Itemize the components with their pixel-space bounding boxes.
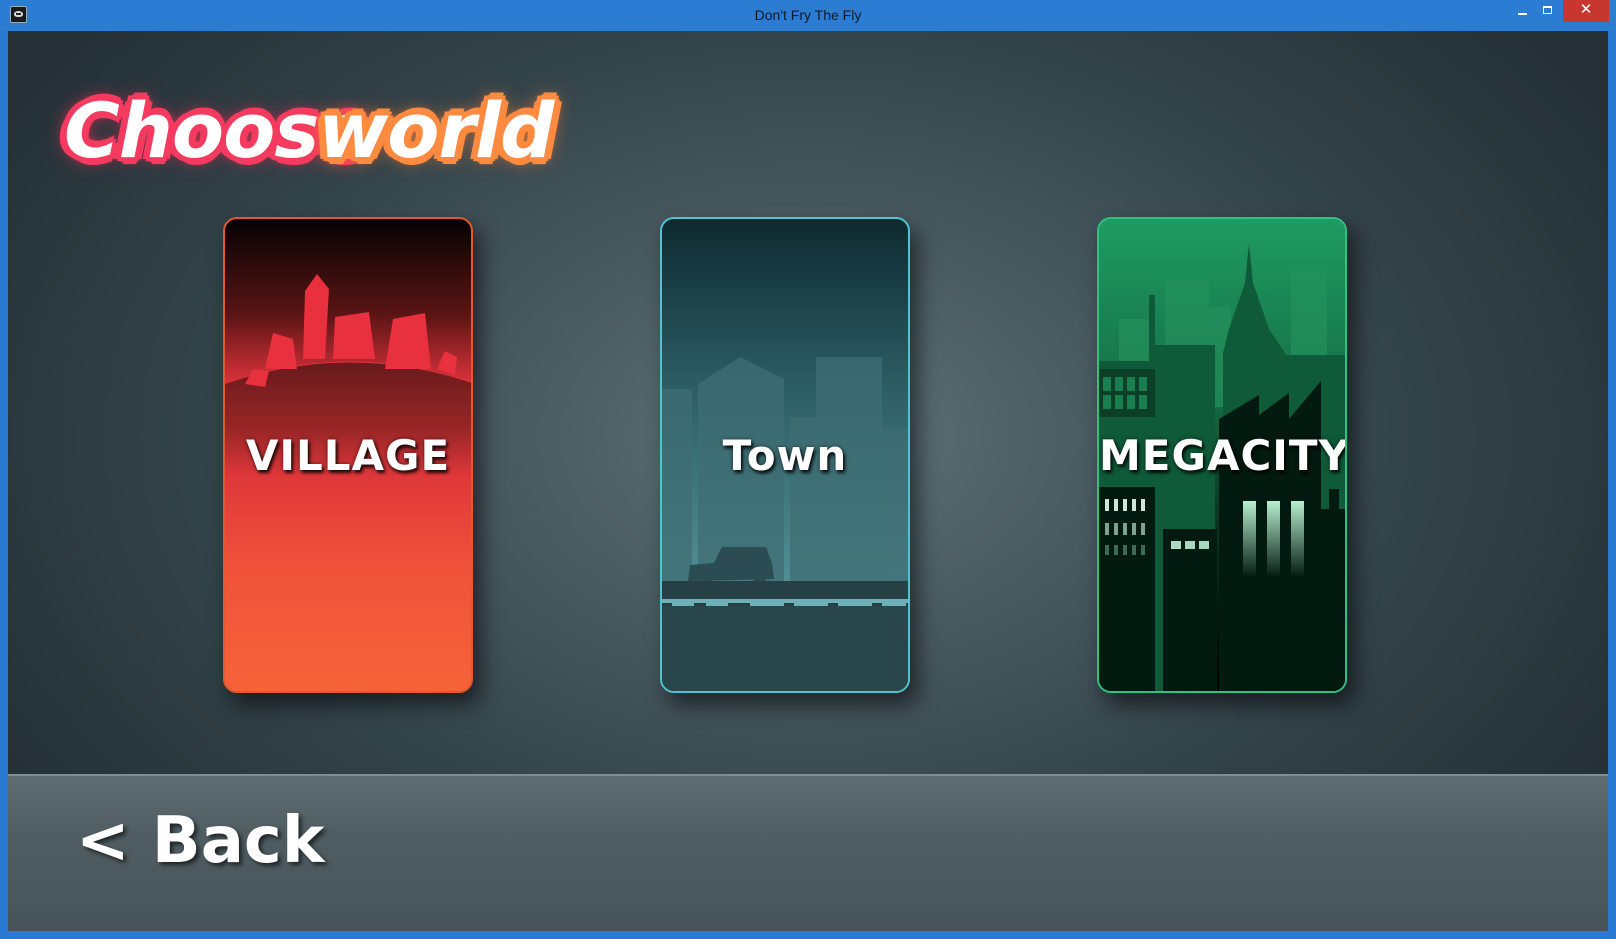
world-label-village: VILLAGE	[245, 431, 451, 480]
page-title: Choose world	[56, 73, 576, 193]
footer-bar: < Back	[8, 774, 1608, 931]
game-window: Don't Fry The Fly ✕ Choose world VILLAGE…	[0, 0, 1616, 939]
close-icon: ✕	[1579, 1, 1593, 18]
back-label: < Back	[76, 804, 325, 878]
world-card-village[interactable]: VILLAGE	[223, 217, 473, 693]
world-label-megacity: MEGACITY	[1099, 431, 1347, 480]
minimize-button[interactable]	[1510, 0, 1536, 22]
game-screen: Choose world VILLAGE Town MEGACITY < Bac…	[8, 31, 1608, 931]
close-button[interactable]: ✕	[1563, 0, 1609, 22]
maximize-button[interactable]	[1536, 0, 1562, 22]
title-word-world: world	[318, 86, 554, 175]
world-card-town[interactable]: Town	[660, 217, 910, 693]
world-card-megacity[interactable]: MEGACITY	[1097, 217, 1347, 693]
back-button[interactable]: < Back	[76, 806, 324, 876]
minimize-icon	[1518, 13, 1527, 15]
maximize-icon	[1543, 6, 1552, 14]
window-title: Don't Fry The Fly	[754, 7, 862, 23]
world-label-town: Town	[722, 431, 848, 480]
title-bar[interactable]: Don't Fry The Fly ✕	[0, 0, 1616, 31]
